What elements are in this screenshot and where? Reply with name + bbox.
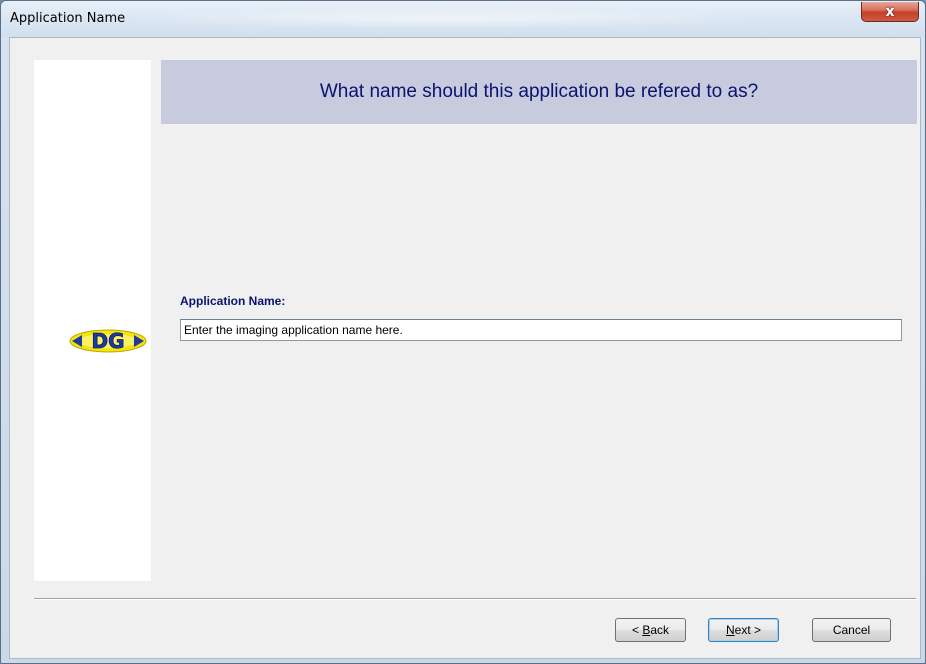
wizard-window: Application Name x DG What name should t… — [0, 0, 926, 664]
next-button-mnemonic: N — [725, 623, 735, 637]
back-button-label: ack — [650, 623, 670, 637]
next-button-label: ext > — [734, 623, 762, 637]
cancel-button[interactable]: Cancel — [812, 618, 891, 642]
back-button-prefix: < — [631, 623, 643, 637]
application-name-input[interactable] — [180, 319, 902, 341]
application-name-label: Application Name: — [180, 294, 286, 308]
dg-logo: DG — [69, 329, 147, 353]
header-band: What name should this application be ref… — [161, 60, 917, 124]
close-button[interactable]: x — [861, 2, 919, 22]
button-separator — [34, 598, 916, 600]
next-button[interactable]: Next > — [708, 618, 779, 642]
page-title: What name should this application be ref… — [319, 81, 759, 102]
title-bar[interactable]: Application Name x — [1, 1, 925, 37]
logo-text: DG — [91, 329, 124, 353]
close-icon: x — [885, 3, 895, 20]
side-panel: DG — [34, 60, 151, 581]
window-title: Application Name — [10, 11, 126, 26]
back-button-mnemonic: B — [642, 623, 651, 637]
back-button[interactable]: < Back — [615, 618, 686, 642]
dialog-client-area: DG What name should this application be … — [9, 37, 921, 659]
